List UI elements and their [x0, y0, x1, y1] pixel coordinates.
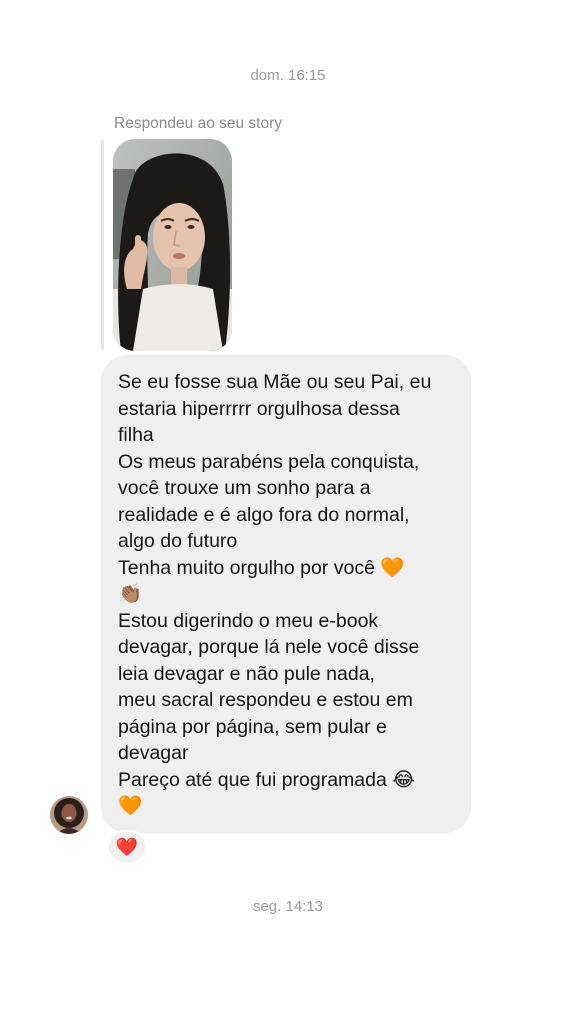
message-line: Os meus parabéns pela conquista, — [118, 450, 420, 473]
message-line: 🧡 — [118, 795, 143, 817]
message-line: devagar — [118, 742, 189, 764]
message-line: estaria hiperrrrr orgulhosa dessa — [118, 397, 400, 420]
message-line: meu sacral respondeu e estou em — [118, 689, 413, 711]
message-line: realidade e é algo fora do normal, — [118, 503, 410, 526]
reaction-badge[interactable]: ❤️ — [107, 830, 147, 864]
message-line: Pareço até que fui programada 😂 — [118, 768, 416, 791]
message-line: você trouxe um sonho para a — [118, 477, 371, 499]
heart-reaction-icon: ❤️ — [115, 837, 139, 857]
bottom-timestamp: seg. 14:13 — [252, 898, 324, 915]
message-line: filha — [118, 424, 154, 446]
story-reply-label: Respondeu ao seu story — [114, 115, 283, 132]
message-line: leia devagar e não pule nada, — [118, 662, 375, 685]
top-timestamp: dom. 16:15 — [0, 62, 576, 82]
story-reply-bar — [101, 140, 104, 350]
sender-avatar[interactable] — [50, 796, 88, 834]
message-line: Tenha muito orgulho por você 🧡 — [118, 556, 405, 579]
message-line: devagar, porque lá nele você disse — [118, 636, 420, 658]
message-line: Estou digerindo o meu e-book — [118, 609, 379, 632]
story-thumbnail[interactable] — [113, 139, 232, 351]
message-line: página por página, sem pular e — [118, 715, 387, 738]
message-line: Se eu fosse sua Mãe ou seu Pai, eu — [118, 371, 432, 393]
message-bubble[interactable]: Se eu fosse sua Mãe ou seu Pai, eu estar… — [101, 355, 471, 833]
top-timestamp-text: dom. 16:15 — [250, 67, 326, 82]
message-line: algo do futuro — [118, 530, 238, 552]
message-line: 👏🏽 — [118, 583, 143, 605]
story-image-icon — [113, 139, 232, 351]
avatar-icon — [50, 796, 88, 834]
